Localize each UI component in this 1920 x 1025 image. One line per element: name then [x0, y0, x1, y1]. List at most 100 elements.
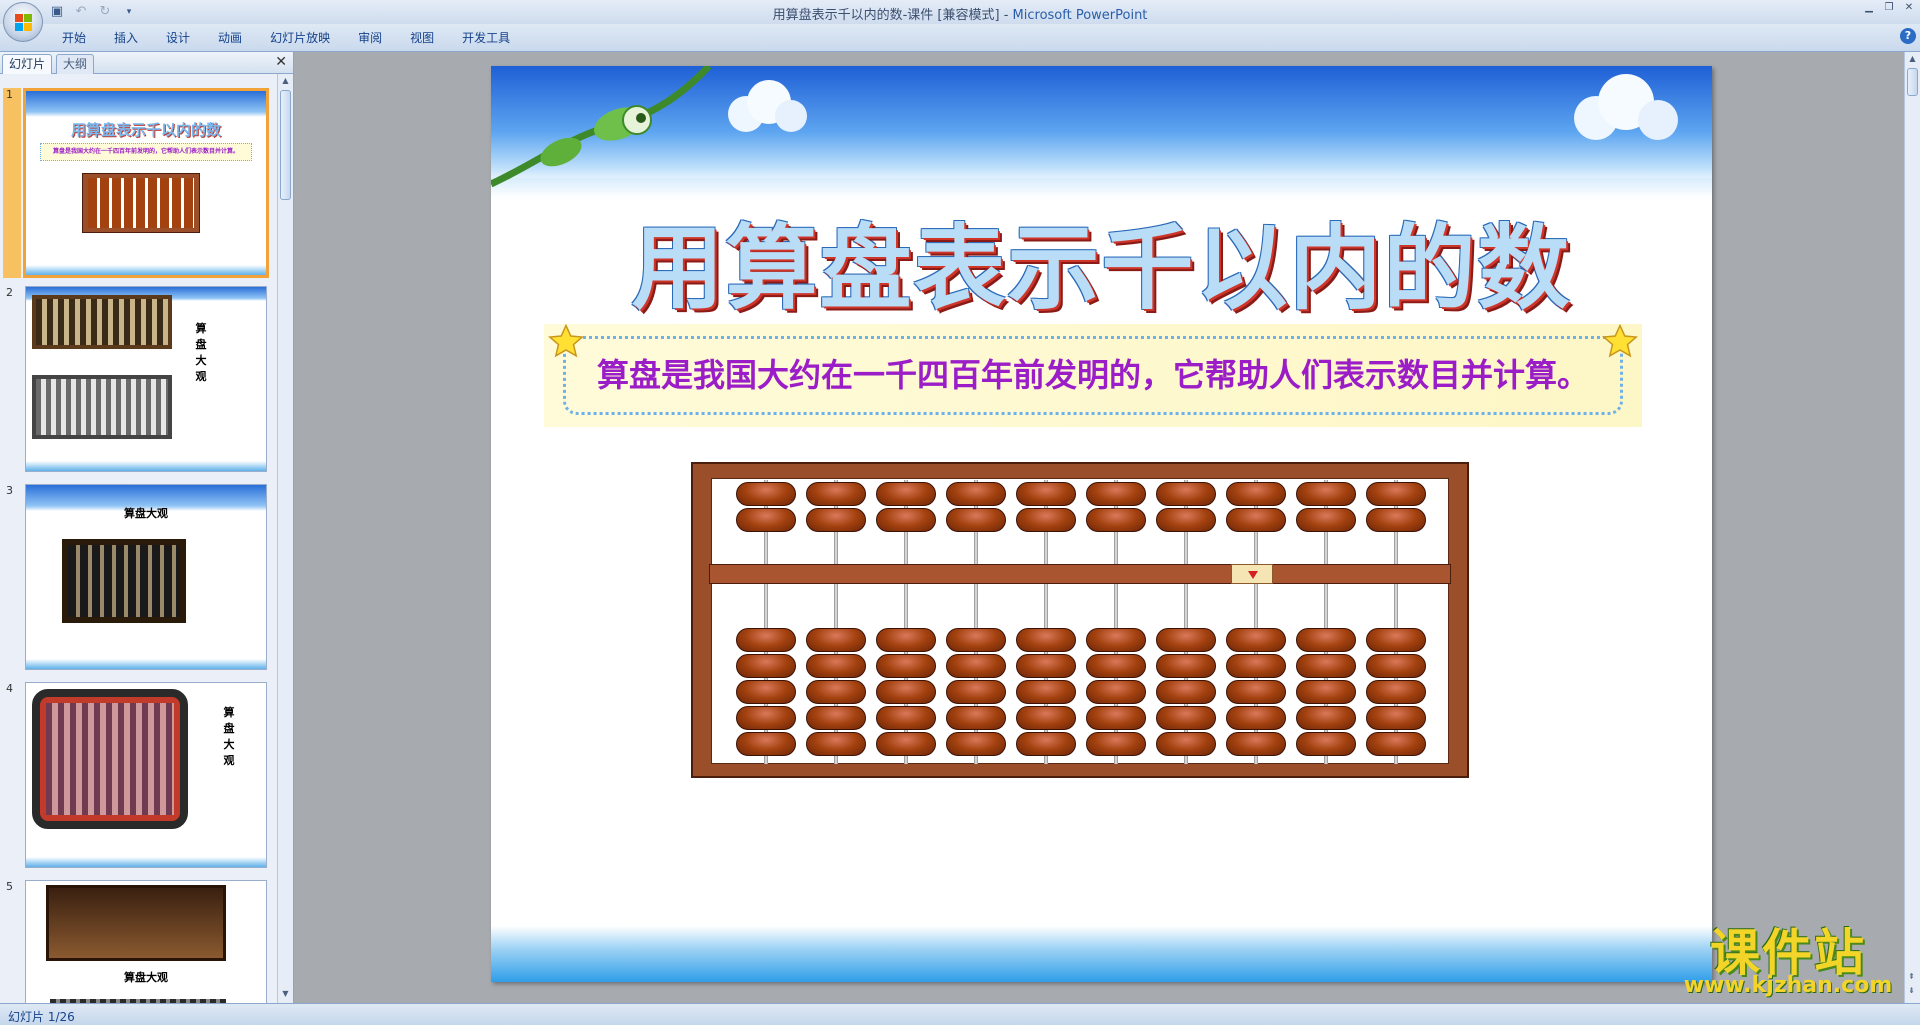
- abacus-bead-lower[interactable]: [736, 628, 796, 652]
- scroll-up-icon[interactable]: ▲: [1907, 54, 1918, 66]
- tab-animation[interactable]: 动画: [204, 30, 256, 46]
- abacus-bead-upper[interactable]: [946, 482, 1006, 506]
- abacus-bead-lower[interactable]: [736, 732, 796, 756]
- abacus-bead-upper[interactable]: [1086, 482, 1146, 506]
- abacus-bead-lower[interactable]: [806, 732, 866, 756]
- abacus-bead-lower[interactable]: [946, 654, 1006, 678]
- abacus-bead-lower[interactable]: [1086, 628, 1146, 652]
- slide-thumbnail-4[interactable]: 算盘大观: [25, 682, 267, 868]
- abacus-bead-lower[interactable]: [1156, 654, 1216, 678]
- abacus-bead-lower[interactable]: [806, 706, 866, 730]
- save-icon[interactable]: ▣: [48, 3, 66, 21]
- abacus-bead-lower[interactable]: [1226, 706, 1286, 730]
- scroll-thumb[interactable]: [280, 90, 291, 200]
- abacus-bead-lower[interactable]: [1366, 654, 1426, 678]
- abacus-bead-lower[interactable]: [1296, 732, 1356, 756]
- abacus-bead-lower[interactable]: [946, 706, 1006, 730]
- abacus-bead-upper[interactable]: [736, 508, 796, 532]
- abacus-bead-upper[interactable]: [1226, 482, 1286, 506]
- tab-slides[interactable]: 幻灯片: [2, 54, 53, 74]
- tab-review[interactable]: 审阅: [344, 30, 396, 46]
- abacus-bead-upper[interactable]: [1226, 508, 1286, 532]
- restore-icon[interactable]: ❐: [1880, 2, 1898, 14]
- abacus-bead-lower[interactable]: [1296, 654, 1356, 678]
- abacus-bead-upper[interactable]: [806, 508, 866, 532]
- abacus-bead-upper[interactable]: [1086, 508, 1146, 532]
- abacus-bead-lower[interactable]: [1366, 680, 1426, 704]
- abacus-bead-lower[interactable]: [876, 680, 936, 704]
- abacus-bead-lower[interactable]: [1156, 732, 1216, 756]
- office-button[interactable]: [3, 2, 43, 42]
- abacus-bead-lower[interactable]: [1016, 706, 1076, 730]
- abacus-bead-lower[interactable]: [1296, 706, 1356, 730]
- tab-outline[interactable]: 大纲: [56, 54, 95, 74]
- abacus-bead-lower[interactable]: [806, 680, 866, 704]
- minimize-icon[interactable]: ▁: [1860, 2, 1878, 14]
- abacus-bead-lower[interactable]: [1226, 680, 1286, 704]
- abacus-bead-upper[interactable]: [806, 482, 866, 506]
- scroll-down-icon[interactable]: ▼: [280, 989, 291, 1001]
- abacus-bead-lower[interactable]: [806, 654, 866, 678]
- abacus-bead-lower[interactable]: [1016, 628, 1076, 652]
- abacus-bead-lower[interactable]: [1366, 732, 1426, 756]
- abacus-bead-lower[interactable]: [1016, 654, 1076, 678]
- undo-icon[interactable]: ↶: [72, 3, 90, 21]
- abacus-bead-lower[interactable]: [1016, 680, 1076, 704]
- tab-home[interactable]: 开始: [48, 30, 100, 46]
- abacus-bead-upper[interactable]: [1366, 482, 1426, 506]
- abacus-bead-lower[interactable]: [946, 628, 1006, 652]
- abacus-bead-upper[interactable]: [1156, 508, 1216, 532]
- abacus-bead-lower[interactable]: [876, 628, 936, 652]
- abacus-bead-lower[interactable]: [806, 628, 866, 652]
- abacus-bead-upper[interactable]: [1016, 508, 1076, 532]
- abacus-bead-lower[interactable]: [1086, 706, 1146, 730]
- abacus-bead-upper[interactable]: [876, 508, 936, 532]
- abacus-bead-lower[interactable]: [1086, 732, 1146, 756]
- abacus-bead-upper[interactable]: [876, 482, 936, 506]
- abacus-bead-lower[interactable]: [1226, 732, 1286, 756]
- abacus-bead-lower[interactable]: [876, 654, 936, 678]
- tab-design[interactable]: 设计: [152, 30, 204, 46]
- abacus-bead-lower[interactable]: [1156, 680, 1216, 704]
- slide-thumbnail-3[interactable]: 算盘大观: [25, 484, 267, 670]
- abacus-bead-upper[interactable]: [1296, 482, 1356, 506]
- abacus-bead-lower[interactable]: [1296, 628, 1356, 652]
- abacus-bead-upper[interactable]: [1366, 508, 1426, 532]
- abacus-bead-lower[interactable]: [1086, 680, 1146, 704]
- abacus-bead-lower[interactable]: [946, 680, 1006, 704]
- abacus-bead-lower[interactable]: [1366, 706, 1426, 730]
- abacus-bead-lower[interactable]: [736, 680, 796, 704]
- editor-scrollbar[interactable]: ▲ ⇞ ⇟: [1904, 52, 1920, 1003]
- abacus-bead-lower[interactable]: [1226, 628, 1286, 652]
- tab-view[interactable]: 视图: [396, 30, 448, 46]
- abacus-bead-upper[interactable]: [1296, 508, 1356, 532]
- thumbnail-scrollbar[interactable]: ▲ ▼: [277, 74, 293, 1003]
- slide-thumbnail-2[interactable]: 算盘大观: [25, 286, 267, 472]
- abacus-bead-lower[interactable]: [876, 732, 936, 756]
- abacus-bead-lower[interactable]: [1016, 732, 1076, 756]
- help-icon[interactable]: ?: [1900, 28, 1916, 44]
- redo-icon[interactable]: ↻: [96, 3, 114, 21]
- abacus-bead-lower[interactable]: [736, 706, 796, 730]
- abacus-bead-upper[interactable]: [1016, 482, 1076, 506]
- slide-thumbnails[interactable]: 1 用算盘表示千以内的数 算盘是我国大约在一千四百年前发明的，它帮助人们表示数目…: [0, 74, 277, 1003]
- scroll-up-icon[interactable]: ▲: [280, 76, 291, 88]
- close-icon[interactable]: ✕: [1900, 2, 1918, 14]
- slide-thumbnail-1[interactable]: 用算盘表示千以内的数 算盘是我国大约在一千四百年前发明的，它帮助人们表示数目并计…: [23, 88, 269, 278]
- tab-insert[interactable]: 插入: [100, 30, 152, 46]
- customize-qat-icon[interactable]: ▾: [120, 3, 138, 21]
- abacus-bead-lower[interactable]: [876, 706, 936, 730]
- slide-canvas[interactable]: 用算盘表示千以内的数 算盘是我国大约在一千四百年前发明的，它帮助人们表示数目并计…: [491, 66, 1712, 982]
- abacus-bead-lower[interactable]: [1086, 654, 1146, 678]
- abacus-bead-upper[interactable]: [736, 482, 796, 506]
- abacus-bead-lower[interactable]: [1156, 706, 1216, 730]
- abacus-bead-lower[interactable]: [1226, 654, 1286, 678]
- tab-slideshow[interactable]: 幻灯片放映: [256, 30, 344, 46]
- abacus-bead-lower[interactable]: [1156, 628, 1216, 652]
- scroll-thumb[interactable]: [1907, 68, 1918, 96]
- abacus-bead-lower[interactable]: [946, 732, 1006, 756]
- tab-developer[interactable]: 开发工具: [448, 30, 524, 46]
- abacus-bead-upper[interactable]: [1156, 482, 1216, 506]
- abacus-bead-lower[interactable]: [1366, 628, 1426, 652]
- close-icon[interactable]: ✕: [275, 54, 287, 70]
